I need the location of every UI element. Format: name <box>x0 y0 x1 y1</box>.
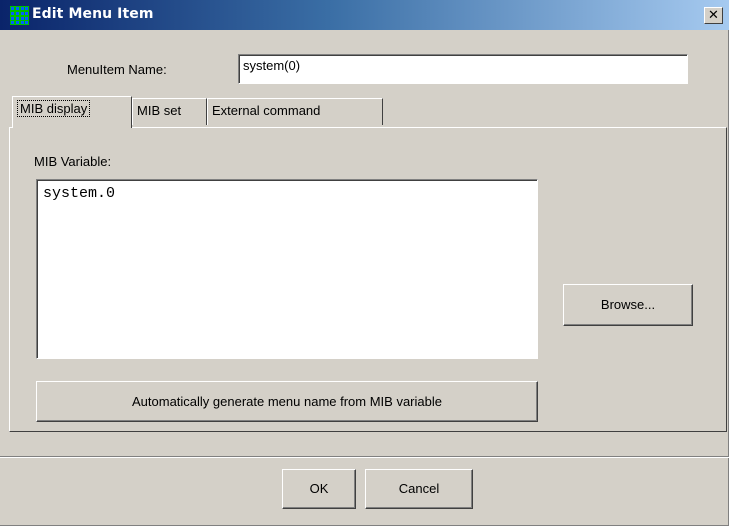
tab-label: MIB set <box>137 103 182 118</box>
tab-mib-display[interactable]: MIB display <box>12 96 132 128</box>
close-button[interactable]: ✕ <box>704 7 723 24</box>
browse-button[interactable]: Browse... <box>563 284 693 326</box>
menuitem-name-value: system(0) <box>243 58 301 73</box>
close-icon: ✕ <box>708 8 719 23</box>
tab-mib-set[interactable]: MIB set <box>132 98 207 125</box>
mib-variable-label: MIB Variable: <box>34 154 112 169</box>
edit-menu-item-dialog: Edit Menu Item ✕ MenuItem Name: system(0… <box>0 0 729 526</box>
menuitem-name-label: MenuItem Name: <box>67 62 167 77</box>
autogenerate-name-button[interactable]: Automatically generate menu name from MI… <box>36 381 538 422</box>
tab-external-command[interactable]: External command <box>207 98 383 125</box>
menuitem-name-input[interactable]: system(0) <box>238 54 688 84</box>
tab-label: MIB display <box>17 100 91 117</box>
mib-variable-value: system.0 <box>43 185 116 202</box>
title-bar[interactable]: Edit Menu Item ✕ <box>0 0 729 30</box>
mib-variable-textarea[interactable]: system.0 <box>36 179 538 359</box>
grid-app-icon <box>10 6 29 25</box>
ok-button[interactable]: OK <box>282 469 356 509</box>
footer-separator <box>0 456 729 458</box>
cancel-button[interactable]: Cancel <box>365 469 473 509</box>
window-title: Edit Menu Item <box>32 6 154 22</box>
tab-label: External command <box>212 103 321 118</box>
